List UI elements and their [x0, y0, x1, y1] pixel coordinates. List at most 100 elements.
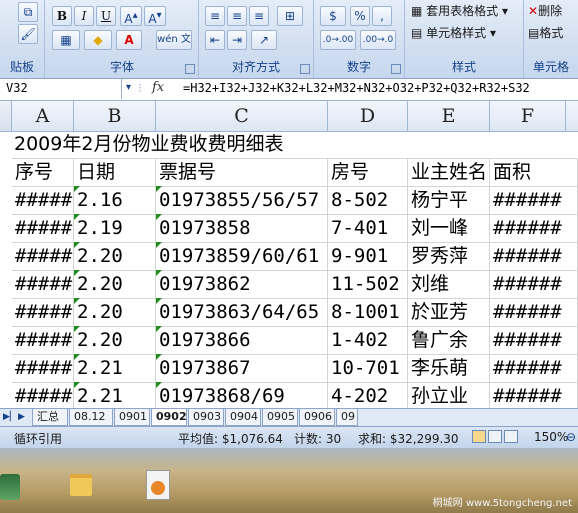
percent-button[interactable]: %	[350, 6, 370, 26]
table-row[interactable]: ##### 2.19 01973858 7-401 刘一峰 ######	[12, 214, 578, 243]
page-break-view-button[interactable]	[504, 430, 518, 443]
header-cell-area[interactable]: 面积	[490, 158, 578, 186]
cell-seq[interactable]: #####	[12, 298, 74, 326]
sheet-tab[interactable]: 0905	[262, 409, 298, 426]
sheet-tab[interactable]: 0901	[114, 409, 150, 426]
table-row[interactable]: ##### 2.20 01973866 1-402 鲁广余 ######	[12, 326, 578, 355]
column-header-b[interactable]: B	[74, 101, 156, 131]
cell-room[interactable]: 9-901	[328, 242, 408, 270]
orientation-icon[interactable]: ↗	[251, 30, 277, 50]
header-row[interactable]: 序号 日期 票据号 房号 业主姓名 面积	[12, 158, 578, 187]
cell-room[interactable]: 7-401	[328, 214, 408, 242]
status-sum[interactable]: 求和: $32,299.30	[358, 430, 459, 447]
cell-owner[interactable]: 罗秀萍	[408, 242, 490, 270]
align-left-icon[interactable]: ≡	[205, 6, 225, 26]
zoom-out-icon[interactable]: ⊖	[566, 430, 576, 444]
currency-format-icon[interactable]: $	[320, 6, 346, 26]
sheet-tab[interactable]: 0903	[188, 409, 224, 426]
cell-room[interactable]: 1-402	[328, 326, 408, 354]
cell-owner[interactable]: 李乐萌	[408, 354, 490, 382]
cell-owner[interactable]: 刘维	[408, 270, 490, 298]
format-painter-icon[interactable]: 🖌	[18, 24, 38, 44]
decrease-decimal-button[interactable]: .00→.0	[360, 30, 396, 50]
cell-seq[interactable]: #####	[12, 186, 74, 214]
delete-cells-button[interactable]: ✕删除	[528, 2, 562, 19]
format-cells-button[interactable]: ▤格式	[528, 24, 563, 41]
copy-icon[interactable]: ⧉	[18, 2, 38, 22]
grow-font-icon[interactable]: A▴	[120, 6, 142, 26]
cell-date[interactable]: 2.20	[74, 270, 156, 298]
cell-receipt[interactable]: 01973858	[156, 214, 328, 242]
cell-owner[interactable]: 鲁广余	[408, 326, 490, 354]
cell-room[interactable]: 11-502	[328, 270, 408, 298]
cell-area[interactable]: ######	[490, 214, 578, 242]
border-icon[interactable]: ▦	[52, 30, 80, 50]
cell-date[interactable]: 2.20	[74, 326, 156, 354]
cell-seq[interactable]: #####	[12, 354, 74, 382]
cell-receipt[interactable]: 01973868/69	[156, 382, 328, 408]
cell-seq[interactable]: #####	[12, 326, 74, 354]
cell-room[interactable]: 10-701	[328, 354, 408, 382]
title-row[interactable]: 2009年2月份物业费收费明细表	[12, 131, 578, 159]
align-center-icon[interactable]: ≡	[227, 6, 247, 26]
bold-button[interactable]: B	[52, 6, 72, 26]
cell-seq[interactable]: #####	[12, 214, 74, 242]
status-average[interactable]: 平均值: $1,076.64	[178, 430, 283, 447]
number-dialog-launcher-icon[interactable]	[391, 64, 401, 74]
shrink-font-icon[interactable]: A▾	[144, 6, 166, 26]
worksheet-grid[interactable]: A B C D E F 2009年2月份物业费收费明细表 序号 日期 票据号 房…	[0, 101, 578, 408]
zoom-level[interactable]: 150%	[534, 430, 568, 444]
cell-room[interactable]: 4-202	[328, 382, 408, 408]
cell-area[interactable]: ######	[490, 326, 578, 354]
app-shortcut-icon[interactable]	[0, 474, 20, 500]
cell-area[interactable]: ######	[490, 298, 578, 326]
sheet-tab[interactable]: 09	[336, 409, 358, 426]
select-all-corner[interactable]	[0, 101, 12, 131]
cell-receipt[interactable]: 01973866	[156, 326, 328, 354]
column-header-f[interactable]: F	[490, 101, 566, 131]
underline-button[interactable]: U	[96, 6, 116, 26]
format-as-table-button[interactable]: ▦ 套用表格格式 ▾	[411, 2, 508, 19]
phonetic-button[interactable]: wén 文	[156, 30, 192, 50]
cell-area[interactable]: ######	[490, 270, 578, 298]
cell-seq[interactable]: #####	[12, 270, 74, 298]
cell-date[interactable]: 2.20	[74, 242, 156, 270]
cell-receipt[interactable]: 01973867	[156, 354, 328, 382]
cell-date[interactable]: 2.16	[74, 186, 156, 214]
cell-area[interactable]: ######	[490, 186, 578, 214]
column-header-a[interactable]: A	[12, 101, 74, 131]
sheet-tab[interactable]: 08.12	[69, 409, 113, 426]
cell-room[interactable]: 8-1001	[328, 298, 408, 326]
first-sheet-icon[interactable]: ▶▏	[3, 412, 17, 422]
column-header-e[interactable]: E	[408, 101, 490, 131]
formula-input[interactable]: =H32+I32+J32+K32+L32+M32+N32+O32+P32+Q32…	[183, 81, 530, 95]
header-cell-seq[interactable]: 序号	[12, 158, 74, 186]
cell-receipt[interactable]: 01973855/56/57	[156, 186, 328, 214]
cell-receipt[interactable]: 01973859/60/61	[156, 242, 328, 270]
italic-button[interactable]: I	[74, 6, 94, 26]
name-box[interactable]: V32	[0, 79, 122, 99]
alignment-dialog-launcher-icon[interactable]	[300, 64, 310, 74]
font-color-icon[interactable]: A	[116, 30, 142, 50]
merge-center-icon[interactable]: ⊞	[277, 6, 303, 26]
sheet-tab[interactable]: 0904	[225, 409, 261, 426]
table-row[interactable]: ##### 2.20 01973859/60/61 9-901 罗秀萍 ######	[12, 242, 578, 271]
cell-date[interactable]: 2.19	[74, 214, 156, 242]
font-dialog-launcher-icon[interactable]	[185, 64, 195, 74]
normal-view-button[interactable]	[472, 430, 486, 443]
table-row[interactable]: ##### 2.21 01973868/69 4-202 孙立业 ######	[12, 382, 578, 408]
header-cell-date[interactable]: 日期	[74, 158, 156, 186]
sheet-tab[interactable]: 汇总	[32, 409, 68, 426]
increase-decimal-button[interactable]: .0→.00	[320, 30, 356, 50]
cell-owner[interactable]: 於亚芳	[408, 298, 490, 326]
comma-style-button[interactable]: ,	[372, 6, 392, 26]
table-row[interactable]: ##### 2.16 01973855/56/57 8-502 杨宁平 ######	[12, 186, 578, 215]
sheet-tab[interactable]: 0906	[299, 409, 335, 426]
align-right-icon[interactable]: ≡	[249, 6, 269, 26]
cell-date[interactable]: 2.21	[74, 354, 156, 382]
sheet-tab[interactable]: 0902	[151, 409, 187, 426]
cell-date[interactable]: 2.20	[74, 298, 156, 326]
cell-room[interactable]: 8-502	[328, 186, 408, 214]
cell-area[interactable]: ######	[490, 354, 578, 382]
cell-receipt[interactable]: 01973863/64/65	[156, 298, 328, 326]
